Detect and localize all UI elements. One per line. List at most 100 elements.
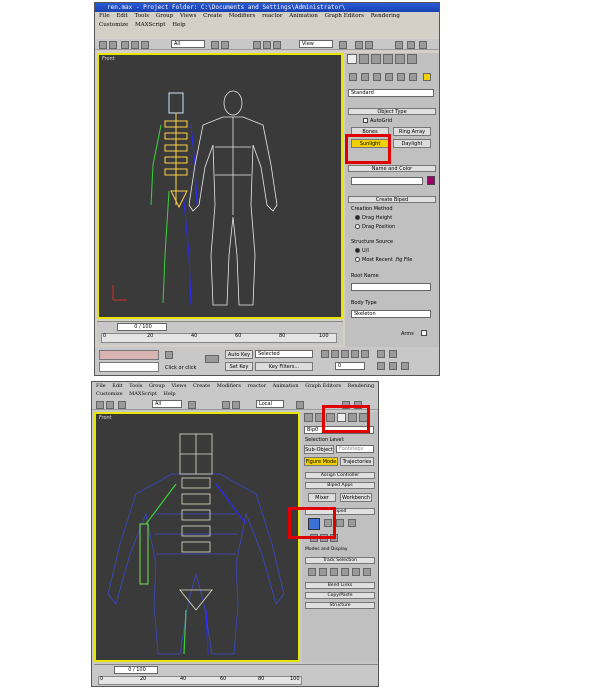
select-by-name-icon[interactable] bbox=[221, 41, 229, 49]
scale-icon[interactable] bbox=[273, 41, 281, 49]
drag-height-radio[interactable]: Drag Height bbox=[355, 215, 392, 221]
menu-animation[interactable]: Animation bbox=[289, 13, 318, 19]
unlink-icon[interactable] bbox=[131, 41, 139, 49]
most-recent-fig-radio[interactable]: Most Recent .fig File bbox=[355, 257, 412, 263]
lights-icon[interactable] bbox=[373, 73, 381, 81]
next-frame-icon[interactable] bbox=[351, 350, 359, 358]
menu-rendering[interactable]: Rendering bbox=[371, 13, 400, 19]
body-rotation-icon[interactable] bbox=[330, 568, 338, 576]
reference-coord-dropdown[interactable]: View bbox=[299, 40, 333, 48]
motion-flow-icon[interactable] bbox=[336, 519, 344, 527]
menu-rendering[interactable]: Rendering bbox=[348, 383, 375, 389]
arms-checkbox[interactable] bbox=[421, 330, 427, 336]
create-tab-icon[interactable] bbox=[347, 54, 357, 64]
time-slider[interactable]: 0 / 100 bbox=[114, 666, 158, 674]
symmetrical-icon[interactable] bbox=[352, 568, 360, 576]
undo-icon[interactable] bbox=[99, 41, 107, 49]
render-scene-icon[interactable] bbox=[407, 41, 415, 49]
menu-maxscript[interactable]: MAXScript bbox=[135, 22, 166, 28]
auto-key-button[interactable]: Auto Key bbox=[225, 350, 253, 359]
listener-swatch[interactable] bbox=[99, 350, 159, 360]
go-start-icon[interactable] bbox=[321, 350, 329, 358]
figure-mode-tab[interactable]: Figure Mode bbox=[304, 457, 338, 466]
body-horizontal-icon[interactable] bbox=[308, 568, 316, 576]
ui-radio[interactable]: U/I bbox=[355, 248, 369, 254]
selection-filter-dropdown[interactable]: All bbox=[171, 40, 205, 48]
bind-icon[interactable] bbox=[141, 41, 149, 49]
category-dropdown[interactable]: Standard bbox=[348, 89, 434, 97]
pivot-icon[interactable] bbox=[339, 41, 347, 49]
cameras-icon[interactable] bbox=[385, 73, 393, 81]
object-name-field[interactable] bbox=[351, 177, 423, 185]
modes-display-label[interactable]: Modes and Display bbox=[305, 547, 348, 552]
select-icon[interactable] bbox=[211, 41, 219, 49]
menu-tools[interactable]: Tools bbox=[129, 383, 142, 389]
mixer-mode-icon[interactable] bbox=[348, 519, 356, 527]
mirror-icon[interactable] bbox=[296, 401, 304, 409]
zoom-all-icon[interactable] bbox=[389, 350, 397, 358]
time-slider[interactable]: 0 / 100 bbox=[117, 323, 167, 331]
lock-cog-icon[interactable] bbox=[341, 568, 349, 576]
motion-tab-icon[interactable] bbox=[383, 54, 393, 64]
align-icon[interactable] bbox=[365, 41, 373, 49]
biped-mesh-wireframe[interactable] bbox=[96, 414, 298, 660]
menu-modifiers[interactable]: Modifiers bbox=[217, 383, 241, 389]
selection-filter-dropdown[interactable]: All bbox=[152, 400, 182, 408]
prev-frame-icon[interactable] bbox=[331, 350, 339, 358]
systems-icon[interactable] bbox=[423, 73, 431, 81]
opposite-icon[interactable] bbox=[363, 568, 371, 576]
body-vertical-icon[interactable] bbox=[319, 568, 327, 576]
track-selection-rollout[interactable]: Track Selection bbox=[305, 557, 375, 564]
object-type-rollout[interactable]: Object Type bbox=[348, 108, 436, 115]
menu-create[interactable]: Create bbox=[203, 13, 222, 19]
quick-render-icon[interactable] bbox=[419, 41, 427, 49]
link-icon[interactable] bbox=[118, 401, 126, 409]
helpers-icon[interactable] bbox=[397, 73, 405, 81]
mixer-button[interactable]: Mixer bbox=[308, 493, 336, 502]
menu-file[interactable]: File bbox=[96, 383, 106, 389]
menu-reactor[interactable]: reactor bbox=[262, 13, 282, 19]
object-color-swatch[interactable] bbox=[427, 176, 435, 185]
menu-group[interactable]: Group bbox=[149, 383, 165, 389]
front-viewport[interactable]: Front bbox=[94, 412, 300, 662]
menu-tools[interactable]: Tools bbox=[135, 13, 149, 19]
reference-coord-dropdown[interactable]: Local bbox=[256, 400, 284, 408]
drag-position-radio[interactable]: Drag Position bbox=[355, 224, 395, 230]
move-icon[interactable] bbox=[222, 401, 230, 409]
go-end-icon[interactable] bbox=[361, 350, 369, 358]
create-biped-rollout[interactable]: Create Biped bbox=[348, 196, 436, 203]
menu-edit[interactable]: Edit bbox=[112, 383, 122, 389]
lock-icon[interactable] bbox=[165, 351, 173, 359]
shapes-icon[interactable] bbox=[361, 73, 369, 81]
daylight-button[interactable]: Daylight bbox=[393, 139, 431, 148]
menu-views[interactable]: Views bbox=[180, 13, 196, 19]
menu-maxscript[interactable]: MAXScript bbox=[129, 391, 157, 397]
biped-apps-rollout[interactable]: Biped Apps bbox=[305, 482, 375, 489]
timeline-track[interactable] bbox=[98, 676, 302, 685]
display-tab-icon[interactable] bbox=[395, 54, 405, 64]
menu-graph-editors[interactable]: Graph Editors bbox=[305, 383, 341, 389]
selected-dropdown[interactable]: Selected bbox=[255, 350, 313, 358]
menu-edit[interactable]: Edit bbox=[116, 13, 128, 19]
create-tab-icon[interactable] bbox=[304, 413, 313, 422]
menu-file[interactable]: File bbox=[99, 13, 110, 19]
mirror-icon[interactable] bbox=[355, 41, 363, 49]
redo-icon[interactable] bbox=[106, 401, 114, 409]
workbench-button[interactable]: Workbench bbox=[340, 493, 372, 502]
menu-customize[interactable]: Customize bbox=[99, 22, 128, 28]
pan-icon[interactable] bbox=[377, 362, 385, 370]
menu-group[interactable]: Group bbox=[156, 13, 173, 19]
move-icon[interactable] bbox=[253, 41, 261, 49]
hierarchy-tab-icon[interactable] bbox=[371, 54, 381, 64]
orbit-icon[interactable] bbox=[389, 362, 397, 370]
rotate-icon[interactable] bbox=[263, 41, 271, 49]
timeline-track[interactable] bbox=[101, 333, 337, 343]
subobject-button[interactable]: Sub-Object bbox=[304, 445, 334, 454]
assign-controller-rollout[interactable]: Assign Controller bbox=[305, 472, 375, 479]
name-color-rollout[interactable]: Name and Color bbox=[348, 165, 436, 172]
menu-reactor[interactable]: reactor bbox=[247, 383, 266, 389]
undo-icon[interactable] bbox=[96, 401, 104, 409]
spacewarps-icon[interactable] bbox=[409, 73, 417, 81]
copy-paste-rollout[interactable]: Copy/Paste bbox=[305, 592, 375, 599]
modify-tab-icon[interactable] bbox=[359, 54, 369, 64]
